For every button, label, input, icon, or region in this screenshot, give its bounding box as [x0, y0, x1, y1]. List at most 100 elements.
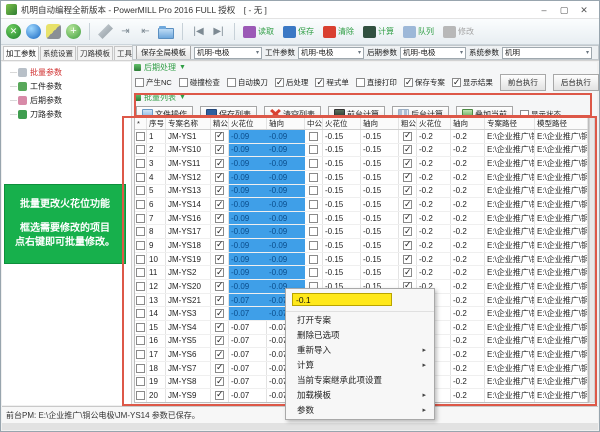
- execute-background-button[interactable]: 后台执行: [553, 74, 599, 91]
- cell-mid-spark[interactable]: -0.15: [323, 225, 361, 238]
- cell-project-name[interactable]: JM-YS3: [166, 307, 211, 320]
- header-cell-6[interactable]: 中公: [305, 118, 323, 129]
- cell-mid-axial[interactable]: -0.15: [361, 157, 399, 170]
- cell-mid-spark[interactable]: -0.15: [323, 198, 361, 211]
- cell-fine-spark[interactable]: -0.09: [229, 198, 267, 211]
- checkbox-icon[interactable]: [136, 214, 145, 223]
- cell-project-name[interactable]: JM-YS7: [166, 362, 211, 375]
- cell-mid-spark[interactable]: -0.15: [323, 171, 361, 184]
- cell-rough-spark[interactable]: -0.2: [417, 253, 451, 266]
- cell-model-path[interactable]: E:\企业推广\铜公电极: [535, 294, 588, 307]
- checkbox-icon[interactable]: [215, 350, 224, 359]
- import-icon[interactable]: ⇥: [118, 24, 133, 39]
- context-menu-item-加载模板[interactable]: 加载模板▸: [286, 387, 434, 402]
- checkbox-icon[interactable]: [136, 377, 145, 386]
- checkbox-icon[interactable]: [215, 268, 224, 277]
- cell-project-path[interactable]: E:\企业推广\铜公电极: [485, 225, 535, 238]
- post-section-header[interactable]: 后期处理 ▼: [132, 62, 597, 73]
- cell-mid-spark[interactable]: -0.15: [323, 130, 361, 143]
- checkbox-icon[interactable]: [215, 159, 224, 168]
- cell-fine-spark[interactable]: -0.09: [229, 144, 267, 157]
- table-row[interactable]: 2JM-YS10-0.09-0.09-0.15-0.15-0.2-0.2E:\企…: [135, 144, 588, 158]
- cell-fine-spark[interactable]: -0.07: [229, 294, 267, 307]
- cell-rough-spark[interactable]: -0.2: [417, 266, 451, 279]
- param-select-1[interactable]: 机明-电极▾: [194, 47, 262, 59]
- checkbox-icon[interactable]: [403, 214, 412, 223]
- cell-fine-spark[interactable]: -0.09: [229, 212, 267, 225]
- cell-fine-axial[interactable]: -0.09: [267, 130, 305, 143]
- checkbox-icon[interactable]: [309, 159, 318, 168]
- cell-fine-spark[interactable]: -0.09: [229, 253, 267, 266]
- cell-no[interactable]: 1: [147, 130, 166, 143]
- post-option-产生NC[interactable]: 产生NC: [135, 77, 172, 88]
- checkbox-icon[interactable]: [215, 132, 224, 141]
- table-row[interactable]: 5JM-YS13-0.09-0.09-0.15-0.15-0.2-0.2E:\企…: [135, 185, 588, 199]
- cell-mid-axial[interactable]: -0.15: [361, 239, 399, 252]
- cell-fine-spark[interactable]: -0.07: [229, 348, 267, 361]
- checkbox-icon[interactable]: [309, 214, 318, 223]
- cell-model-path[interactable]: E:\企业推广\铜公电极: [535, 185, 588, 198]
- cell-no[interactable]: 17: [147, 348, 166, 361]
- tab-2[interactable]: 系统设置: [40, 46, 76, 60]
- header-cell-9[interactable]: 粗公: [399, 118, 417, 129]
- edit-icon[interactable]: [46, 24, 61, 39]
- checkbox-icon[interactable]: [403, 200, 412, 209]
- cell-rough-axial[interactable]: -0.2: [451, 335, 485, 348]
- cell-no[interactable]: 6: [147, 198, 166, 211]
- cell-fine-spark[interactable]: -0.09: [229, 157, 267, 170]
- toolbar-button-calculate[interactable]: 计算: [363, 26, 394, 38]
- cell-project-path[interactable]: E:\企业推广\铜公电极: [485, 389, 535, 402]
- checkbox-icon[interactable]: [136, 336, 145, 345]
- cell-no[interactable]: 8: [147, 225, 166, 238]
- cell-rough-axial[interactable]: -0.2: [451, 130, 485, 143]
- cell-no[interactable]: 13: [147, 294, 166, 307]
- cell-model-path[interactable]: E:\企业推广\铜公电极: [535, 348, 588, 361]
- cell-project-path[interactable]: E:\企业推广\铜公电极: [485, 362, 535, 375]
- checkbox-icon[interactable]: [215, 173, 224, 182]
- cell-rough-spark[interactable]: -0.2: [417, 144, 451, 157]
- checkbox-icon[interactable]: [452, 78, 461, 87]
- cell-mid-axial[interactable]: -0.15: [361, 185, 399, 198]
- checkbox-icon[interactable]: [215, 377, 224, 386]
- checkbox-icon[interactable]: [309, 173, 318, 182]
- context-menu-item-删除已选项[interactable]: 删除已选项: [286, 327, 434, 342]
- cell-project-name[interactable]: JM-YS16: [166, 212, 211, 225]
- cell-project-path[interactable]: E:\企业推广\铜公电极: [485, 280, 535, 293]
- cell-rough-axial[interactable]: -0.2: [451, 376, 485, 389]
- cell-fine-axial[interactable]: -0.09: [267, 253, 305, 266]
- cell-project-name[interactable]: JM-YS5: [166, 335, 211, 348]
- sidebar-item-4[interactable]: 刀路参数: [8, 107, 131, 121]
- sidebar-item-2[interactable]: 工件参数: [8, 79, 131, 93]
- cell-rough-axial[interactable]: -0.2: [451, 171, 485, 184]
- checkbox-icon[interactable]: [403, 227, 412, 236]
- cell-project-path[interactable]: E:\企业推广\铜公电极: [485, 185, 535, 198]
- cell-mid-axial[interactable]: -0.15: [361, 144, 399, 157]
- cell-mid-axial[interactable]: -0.15: [361, 253, 399, 266]
- context-menu-item-重新导入[interactable]: 重新导入▸: [286, 342, 434, 357]
- cell-model-path[interactable]: E:\企业推广\铜公电极: [535, 212, 588, 225]
- table-row[interactable]: 7JM-YS16-0.09-0.09-0.15-0.15-0.2-0.2E:\企…: [135, 212, 588, 226]
- table-row[interactable]: 9JM-YS18-0.09-0.09-0.15-0.15-0.2-0.2E:\企…: [135, 239, 588, 253]
- table-row[interactable]: 3JM-YS11-0.09-0.09-0.15-0.15-0.2-0.2E:\企…: [135, 157, 588, 171]
- cell-model-path[interactable]: E:\企业推广\铜公电极: [535, 389, 588, 402]
- close-icon[interactable]: ✕: [574, 2, 594, 18]
- cell-project-path[interactable]: E:\企业推广\铜公电极: [485, 321, 535, 334]
- checkbox-icon[interactable]: [403, 268, 412, 277]
- header-cell-5[interactable]: 轴向: [267, 118, 305, 129]
- cell-fine-axial[interactable]: -0.09: [267, 212, 305, 225]
- checkbox-icon[interactable]: [136, 282, 145, 291]
- header-cell-10[interactable]: 火花位: [417, 118, 451, 129]
- cell-rough-spark[interactable]: -0.2: [417, 185, 451, 198]
- checkbox-icon[interactable]: [215, 214, 224, 223]
- checkbox-icon[interactable]: [136, 350, 145, 359]
- context-menu-item-当前专案继承此项设置[interactable]: 当前专案继承此项设置: [286, 372, 434, 387]
- cell-mid-spark[interactable]: -0.15: [323, 212, 361, 225]
- minimize-icon[interactable]: –: [534, 2, 554, 18]
- checkbox-icon[interactable]: [136, 241, 145, 250]
- cell-rough-axial[interactable]: -0.2: [451, 212, 485, 225]
- cell-project-path[interactable]: E:\企业推广\铜公电极: [485, 376, 535, 389]
- cell-project-path[interactable]: E:\企业推广\铜公电极: [485, 239, 535, 252]
- checkbox-icon[interactable]: [136, 296, 145, 305]
- checkbox-icon[interactable]: [309, 227, 318, 236]
- add-icon[interactable]: [66, 24, 81, 39]
